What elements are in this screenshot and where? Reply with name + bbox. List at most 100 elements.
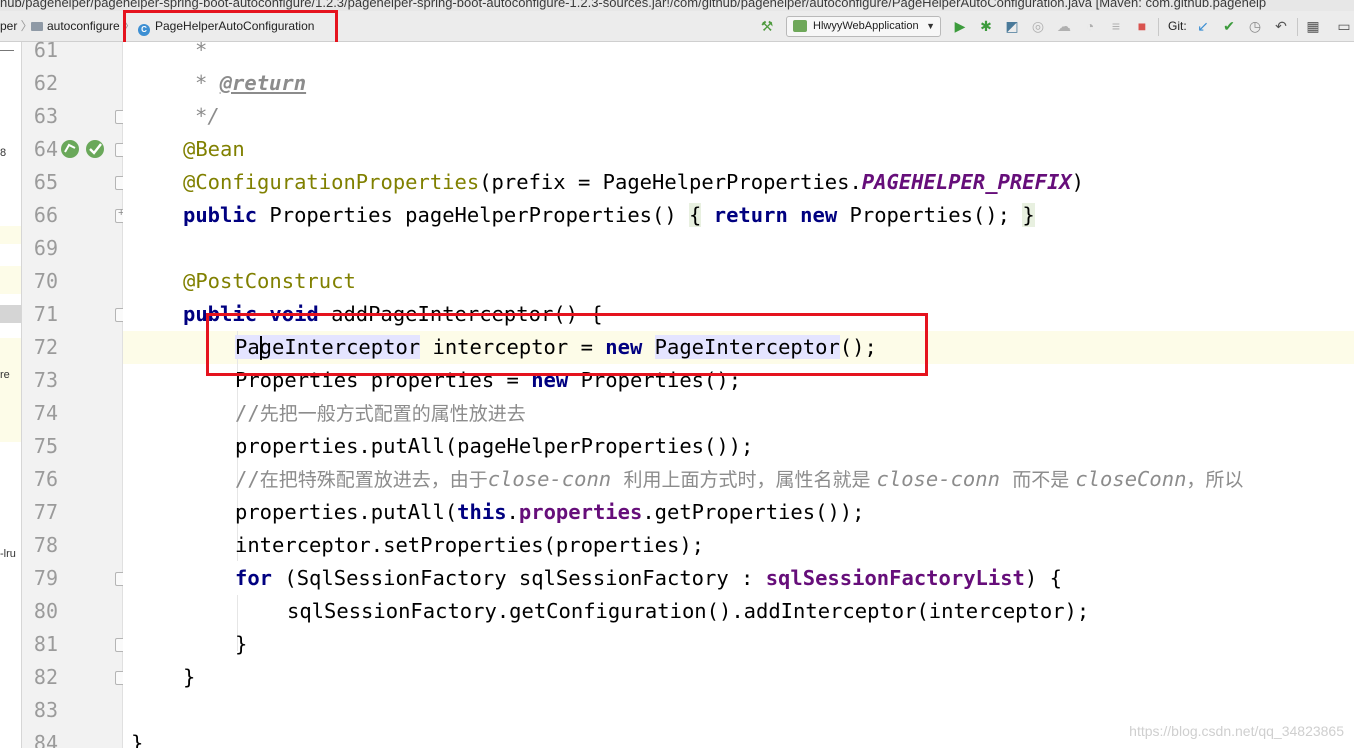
code-line-63[interactable]: */ bbox=[195, 100, 220, 133]
tree-item-fragment[interactable]: 8 bbox=[0, 147, 6, 159]
code-line-81[interactable]: } bbox=[235, 628, 247, 661]
update-icon[interactable]: ◔ bbox=[1082, 18, 1098, 34]
line-number: 66 bbox=[33, 203, 58, 227]
watermark: https://blog.csdn.net/qq_34823865 bbox=[1129, 723, 1344, 739]
tree-row-selected bbox=[0, 305, 21, 323]
vcs-commit-icon[interactable]: ✔ bbox=[1221, 18, 1237, 34]
keyword-text: return bbox=[713, 203, 788, 227]
toolbar-separator bbox=[1297, 18, 1298, 36]
layout-icon[interactable]: ▭ bbox=[1336, 18, 1352, 34]
comment-text: // bbox=[235, 467, 260, 491]
debug-icon[interactable]: ✱ bbox=[978, 18, 994, 34]
code-line-65[interactable]: @ConfigurationProperties(prefix = PageHe… bbox=[183, 166, 1084, 199]
line-number: 80 bbox=[33, 599, 58, 623]
toolbar-separator bbox=[1158, 18, 1159, 36]
code-line-66[interactable]: public Properties pageHelperProperties()… bbox=[183, 199, 1035, 232]
code-line-82[interactable]: } bbox=[183, 661, 195, 694]
code-line-61[interactable]: * bbox=[195, 42, 207, 67]
code-line-62[interactable]: * @return bbox=[195, 67, 306, 100]
vcs-update-icon[interactable]: ↙ bbox=[1195, 18, 1211, 34]
folder-icon bbox=[31, 22, 43, 31]
code-line-80[interactable]: sqlSessionFactory.getConfiguration().add… bbox=[287, 595, 1089, 628]
line-number: 71 bbox=[33, 302, 58, 326]
code-text: . bbox=[506, 500, 519, 524]
line-number: 75 bbox=[33, 434, 58, 458]
navigation-bar: per 〉 autoconfigure 〉 C PageHelperAutoCon… bbox=[0, 11, 1354, 42]
spring-bean-icon[interactable] bbox=[85, 139, 105, 159]
line-number: 83 bbox=[33, 698, 58, 722]
run-icon[interactable]: ▶ bbox=[952, 18, 968, 34]
project-structure-icon[interactable]: ▦ bbox=[1305, 18, 1321, 34]
history-icon[interactable]: ◷ bbox=[1247, 18, 1263, 34]
keyword-text: new bbox=[531, 368, 569, 392]
build-hammer-icon[interactable]: ⚒ bbox=[759, 18, 775, 34]
code-line-78[interactable]: interceptor.setProperties(properties); bbox=[235, 529, 704, 562]
line-number: 81 bbox=[33, 632, 58, 656]
comment-text: */ bbox=[195, 104, 220, 128]
comment-text: 先把一般方式配置的属性放进去 bbox=[259, 403, 526, 425]
comment-text: close-conn bbox=[876, 467, 1013, 491]
profile-icon[interactable]: ◎ bbox=[1030, 18, 1046, 34]
comment-text: 而不是 bbox=[1012, 469, 1076, 491]
bean-navigate-icon[interactable] bbox=[60, 139, 80, 159]
breadcrumb-label: autoconfigure bbox=[47, 19, 120, 33]
code-text: .getProperties()); bbox=[642, 500, 865, 524]
code-line-73[interactable]: Properties properties = new Properties()… bbox=[235, 364, 741, 397]
code-line-72[interactable]: PageInterceptor interceptor = new PageIn… bbox=[235, 331, 877, 364]
project-panel-sliver: 8 re -lru bbox=[0, 42, 22, 748]
tree-row-highlight bbox=[0, 226, 21, 244]
code-line-64[interactable]: @Bean bbox=[183, 133, 245, 166]
line-number: 78 bbox=[33, 533, 58, 557]
code-line-70[interactable]: @PostConstruct bbox=[183, 265, 356, 298]
line-number: 70 bbox=[33, 269, 58, 293]
folded-brace: { bbox=[689, 203, 702, 227]
spring-boot-icon bbox=[793, 20, 807, 32]
comment-text: // bbox=[235, 401, 260, 425]
stop-icon[interactable]: ■ bbox=[1134, 18, 1150, 34]
comment-text: 利用上面方式时，属性名就是 bbox=[623, 469, 877, 491]
line-number: 77 bbox=[33, 500, 58, 524]
code-text: (SqlSessionFactory sqlSessionFactory : bbox=[272, 566, 766, 590]
collapse-icon[interactable] bbox=[0, 50, 14, 51]
line-number: 62 bbox=[33, 71, 58, 95]
line-number: 73 bbox=[33, 368, 58, 392]
code-text: Properties(); bbox=[837, 203, 1023, 227]
code-line-76[interactable]: //在把特殊配置放进去，由于close-conn 利用上面方式时，属性名就是 c… bbox=[235, 463, 1243, 496]
code-text: sqlSessionFactory.getConfiguration().add… bbox=[287, 599, 1090, 623]
code-editor[interactable]: * * @return */ @Bean @ConfigurationPrope… bbox=[123, 42, 1354, 748]
coverage-icon[interactable]: ◩ bbox=[1004, 18, 1020, 34]
code-line-77[interactable]: properties.putAll(this.properties.getPro… bbox=[235, 496, 864, 529]
code-text: addPageInterceptor() { bbox=[318, 302, 603, 326]
code-line-79[interactable]: for (SqlSessionFactory sqlSessionFactory… bbox=[235, 562, 1062, 595]
breadcrumb-item-current[interactable]: C PageHelperAutoConfiguration bbox=[138, 11, 314, 42]
attach-icon[interactable]: ☁ bbox=[1056, 18, 1072, 34]
keyword-text: void bbox=[269, 302, 319, 326]
keyword-text: for bbox=[235, 566, 273, 590]
code-line-71[interactable]: public void addPageInterceptor() { bbox=[183, 298, 603, 331]
line-number: 82 bbox=[33, 665, 58, 689]
revert-icon[interactable]: ↶ bbox=[1273, 18, 1289, 34]
tree-item-fragment[interactable]: re bbox=[0, 369, 10, 381]
text-caret bbox=[260, 336, 262, 360]
run-configuration-select[interactable]: HlwyyWebApplication ▼ bbox=[786, 16, 941, 37]
code-line-74[interactable]: //先把一般方式配置的属性放进去 bbox=[235, 397, 526, 430]
comment-text: * bbox=[195, 42, 208, 62]
line-number: 76 bbox=[33, 467, 58, 491]
code-line-84[interactable]: } bbox=[131, 727, 143, 748]
comment-text: close-conn bbox=[487, 467, 624, 491]
chevron-down-icon: ▼ bbox=[926, 21, 935, 31]
list-icon[interactable]: ≡ bbox=[1108, 18, 1124, 34]
code-text: (); bbox=[839, 335, 877, 359]
type-usage-highlight: PageInterceptor bbox=[654, 335, 840, 359]
tree-item-fragment[interactable]: -lru bbox=[0, 548, 16, 560]
code-text: properties.putAll(pageHelperProperties()… bbox=[235, 434, 754, 458]
line-number: 79 bbox=[33, 566, 58, 590]
field-text: sqlSessionFactoryList bbox=[765, 566, 1025, 590]
code-text: interceptor.setProperties(properties); bbox=[235, 533, 704, 557]
class-icon: C bbox=[138, 24, 150, 36]
code-line-75[interactable]: properties.putAll(pageHelperProperties()… bbox=[235, 430, 753, 463]
comment-text: ，所以 bbox=[1186, 469, 1244, 491]
line-number: 63 bbox=[33, 104, 58, 128]
javadoc-tag: @return bbox=[219, 71, 307, 95]
